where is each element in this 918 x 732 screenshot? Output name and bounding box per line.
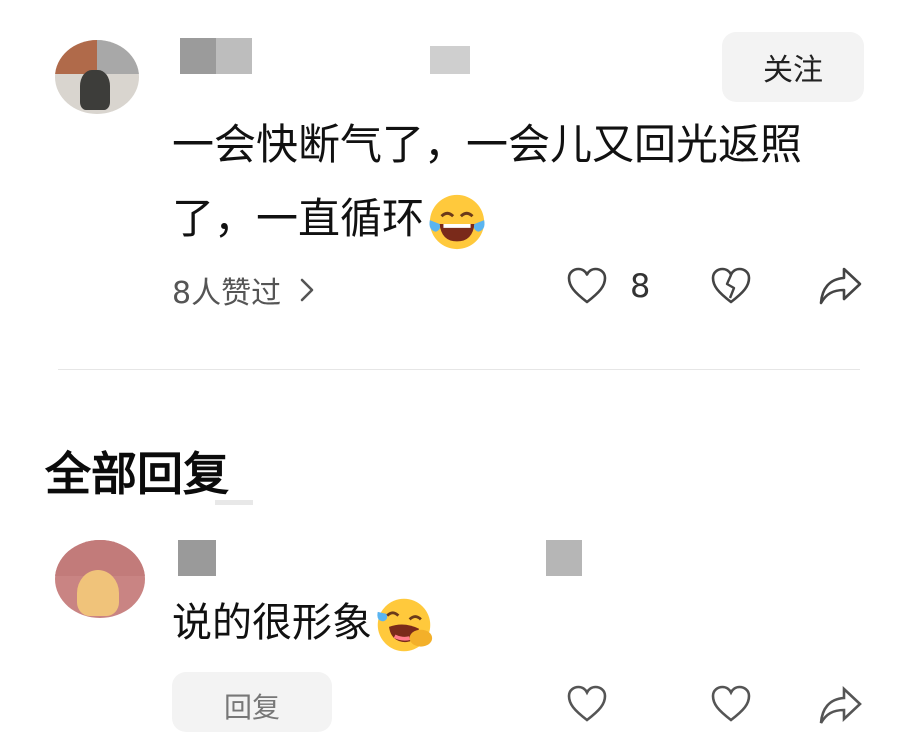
username-mosaic	[180, 38, 216, 74]
avatar-mosaic-block	[97, 40, 139, 74]
reply-share-button[interactable]	[818, 684, 864, 732]
share-icon	[819, 685, 862, 724]
avatar-mosaic-block	[55, 40, 97, 74]
share-icon	[819, 267, 862, 305]
replier-avatar[interactable]	[55, 540, 145, 618]
divider	[58, 369, 860, 370]
section-title-underline	[215, 500, 253, 505]
username-mosaic	[216, 38, 252, 74]
dislike-button[interactable]	[710, 266, 752, 310]
broken-heart-icon	[711, 267, 751, 304]
share-button[interactable]	[818, 264, 864, 312]
follow-button[interactable]: 关注	[722, 32, 864, 102]
heart-icon	[567, 685, 607, 722]
reply-dislike-button[interactable]	[710, 684, 752, 728]
heart-icon	[567, 267, 607, 304]
rofl-emoji-icon	[377, 598, 433, 652]
comment-text: 一会快断气了，一会儿又回光返照了，一直循环	[172, 108, 872, 256]
like-count: 8	[630, 267, 651, 305]
broken-heart-icon	[711, 685, 751, 722]
reply-text-content: 说的很形象	[172, 600, 372, 646]
section-title-all-replies: 全部回复	[45, 447, 229, 501]
avatar-figure	[80, 70, 110, 110]
likers-label: 8人赞过	[172, 276, 282, 311]
reply-like-button[interactable]	[566, 684, 608, 728]
like-button[interactable]: 8	[566, 266, 650, 306]
reply-text: 说的很形象	[172, 588, 434, 658]
chevron-right-icon	[300, 278, 314, 302]
likers-link[interactable]: 8人赞过	[172, 268, 315, 312]
username-mosaic	[178, 540, 216, 576]
meta-mosaic	[430, 46, 470, 74]
location-mosaic	[546, 540, 582, 576]
avatar-figure	[77, 570, 119, 616]
commenter-avatar[interactable]	[55, 40, 139, 114]
reply-button[interactable]: 回复	[172, 672, 332, 732]
laughing-tears-emoji-icon	[429, 194, 485, 249]
